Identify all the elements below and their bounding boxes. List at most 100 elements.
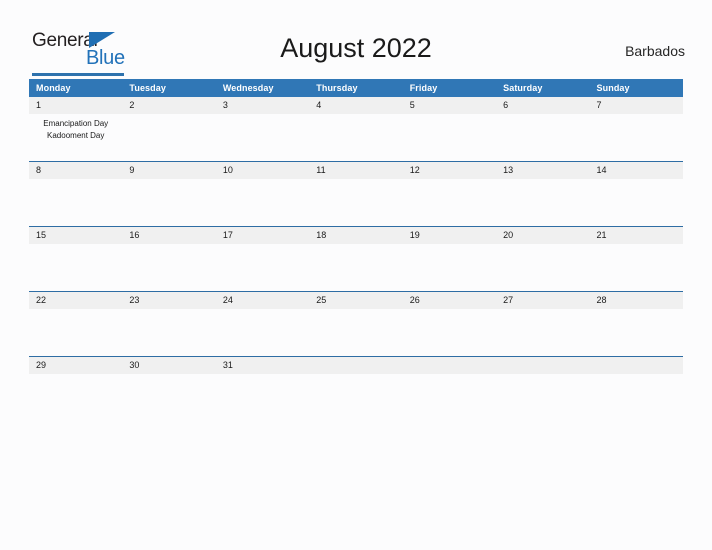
- calendar-day-cell[interactable]: 16: [122, 226, 216, 292]
- calendar-day-cell[interactable]: 28: [589, 291, 683, 357]
- calendar-day-cell-inner: 19: [402, 227, 497, 291]
- calendar-day-cell[interactable]: [402, 356, 497, 421]
- calendar-day-events: Emancipation Day Kadooment Day: [29, 114, 122, 141]
- calendar-day-cell[interactable]: 26: [402, 291, 497, 357]
- calendar-day-cell[interactable]: 15: [29, 226, 123, 292]
- calendar-day-number: 19: [402, 227, 497, 244]
- calendar-day-cell[interactable]: 14: [589, 161, 683, 227]
- calendar-day-cell-inner: 5: [402, 97, 497, 161]
- calendar-day-number: 30: [122, 357, 216, 374]
- calendar-day-number: 2: [122, 97, 216, 114]
- calendar-day-cell[interactable]: 1 Emancipation Day Kadooment Day: [29, 97, 123, 162]
- calendar-day-cell-inner: 8: [29, 162, 123, 226]
- calendar-day-cell-inner: 23: [122, 292, 216, 356]
- calendar-day-cell-inner: 28: [589, 292, 683, 356]
- weekday-header-tuesday: Tuesday: [122, 79, 216, 97]
- weekday-header-sunday: Sunday: [589, 79, 683, 97]
- brand-logo-underline: [32, 73, 124, 76]
- calendar-day-cell[interactable]: 5: [402, 97, 497, 162]
- calendar-day-cell-inner: 22: [29, 292, 123, 356]
- calendar-day-number: 8: [29, 162, 123, 179]
- weekday-header-wednesday: Wednesday: [215, 79, 310, 97]
- calendar-day-number: 28: [589, 292, 683, 309]
- calendar-day-cell[interactable]: 23: [122, 291, 216, 357]
- calendar-day-cell[interactable]: 19: [402, 226, 497, 292]
- calendar-day-cell[interactable]: 18: [309, 226, 403, 292]
- calendar-day-cell-inner: 25: [309, 292, 403, 356]
- calendar-day-cell[interactable]: [309, 356, 403, 421]
- calendar-grid: Monday Tuesday Wednesday Thursday Friday…: [29, 79, 683, 421]
- page-title: August 2022: [280, 33, 432, 63]
- calendar-day-number: [496, 357, 590, 374]
- calendar-day-cell[interactable]: 12: [402, 161, 497, 227]
- calendar-day-cell[interactable]: 17: [215, 226, 310, 292]
- calendar-day-cell[interactable]: 27: [496, 291, 590, 357]
- calendar-day-cell[interactable]: [589, 356, 683, 421]
- calendar-day-number: 15: [29, 227, 123, 244]
- calendar-day-cell-inner: 15: [29, 227, 123, 291]
- calendar-day-cell[interactable]: 29: [29, 356, 123, 421]
- calendar-day-cell-inner: 30: [122, 357, 216, 421]
- calendar-day-number: 14: [589, 162, 683, 179]
- calendar-week-row: 29 30 31: [29, 356, 683, 421]
- calendar-day-number: 4: [309, 97, 403, 114]
- calendar-week-row: 15 16 17 18 19 20 21: [29, 226, 683, 292]
- calendar-day-cell-inner: 18: [309, 227, 403, 291]
- calendar-day-cell[interactable]: 13: [496, 161, 590, 227]
- calendar-day-number: 22: [29, 292, 123, 309]
- calendar-day-cell[interactable]: 11: [309, 161, 403, 227]
- calendar-day-cell[interactable]: 25: [309, 291, 403, 357]
- calendar-day-cell[interactable]: [496, 356, 590, 421]
- calendar-day-cell[interactable]: 2: [122, 97, 216, 162]
- calendar-day-number: 6: [496, 97, 590, 114]
- weekday-header-monday: Monday: [29, 79, 123, 97]
- calendar-day-cell[interactable]: 21: [589, 226, 683, 292]
- calendar-day-cell-inner: 31: [215, 357, 310, 421]
- calendar-day-cell-inner: [309, 357, 403, 421]
- calendar-day-cell[interactable]: 22: [29, 291, 123, 357]
- calendar-week-row: 22 23 24 25 26 27 28: [29, 291, 683, 357]
- calendar-day-cell-inner: 3: [215, 97, 310, 161]
- calendar-day-cell-inner: 10: [215, 162, 310, 226]
- calendar-day-number: 31: [215, 357, 310, 374]
- weekday-header-saturday: Saturday: [496, 79, 590, 97]
- calendar-day-cell-inner: 6: [496, 97, 590, 161]
- calendar-day-cell[interactable]: 10: [215, 161, 310, 227]
- calendar-day-number: 7: [589, 97, 683, 114]
- calendar-day-cell[interactable]: 7: [589, 97, 683, 162]
- calendar-day-number: 9: [122, 162, 216, 179]
- calendar-day-cell[interactable]: 6: [496, 97, 590, 162]
- calendar-day-cell-inner: 20: [496, 227, 590, 291]
- calendar-event-label: Kadooment Day: [47, 130, 105, 140]
- calendar-day-number: 21: [589, 227, 683, 244]
- calendar-day-cell-inner: 12: [402, 162, 497, 226]
- calendar-day-cell[interactable]: 9: [122, 161, 216, 227]
- calendar-day-cell[interactable]: 20: [496, 226, 590, 292]
- calendar-day-number: 1: [29, 97, 123, 114]
- calendar-day-cell[interactable]: 4: [309, 97, 403, 162]
- calendar-day-cell-inner: 1 Emancipation Day Kadooment Day: [29, 97, 123, 161]
- calendar-day-number: 27: [496, 292, 590, 309]
- calendar-day-cell-inner: [589, 357, 683, 421]
- calendar-day-cell-inner: 21: [589, 227, 683, 291]
- calendar-day-number: 25: [309, 292, 403, 309]
- calendar-day-cell-inner: 29: [29, 357, 123, 421]
- region-label: Barbados: [625, 43, 685, 59]
- calendar-day-cell[interactable]: 30: [122, 356, 216, 421]
- calendar-day-number: [309, 357, 403, 374]
- calendar-day-cell-inner: 17: [215, 227, 310, 291]
- calendar-day-cell-inner: 4: [309, 97, 403, 161]
- calendar-day-cell[interactable]: 31: [215, 356, 310, 421]
- calendar-week-row: 1 Emancipation Day Kadooment Day 2 3 4 5 6 7: [29, 97, 683, 162]
- calendar-day-cell[interactable]: 3: [215, 97, 310, 162]
- calendar-day-number: 13: [496, 162, 590, 179]
- calendar-day-cell-inner: 9: [122, 162, 216, 226]
- calendar-day-cell[interactable]: 8: [29, 161, 123, 227]
- calendar-day-number: 11: [309, 162, 403, 179]
- calendar-event-label: Emancipation Day: [43, 119, 109, 128]
- calendar-day-cell[interactable]: 24: [215, 291, 310, 357]
- calendar-table: Monday Tuesday Wednesday Thursday Friday…: [29, 79, 683, 421]
- calendar-day-number: 29: [29, 357, 123, 374]
- calendar-day-cell-inner: 16: [122, 227, 216, 291]
- calendar-day-cell-inner: 11: [309, 162, 403, 226]
